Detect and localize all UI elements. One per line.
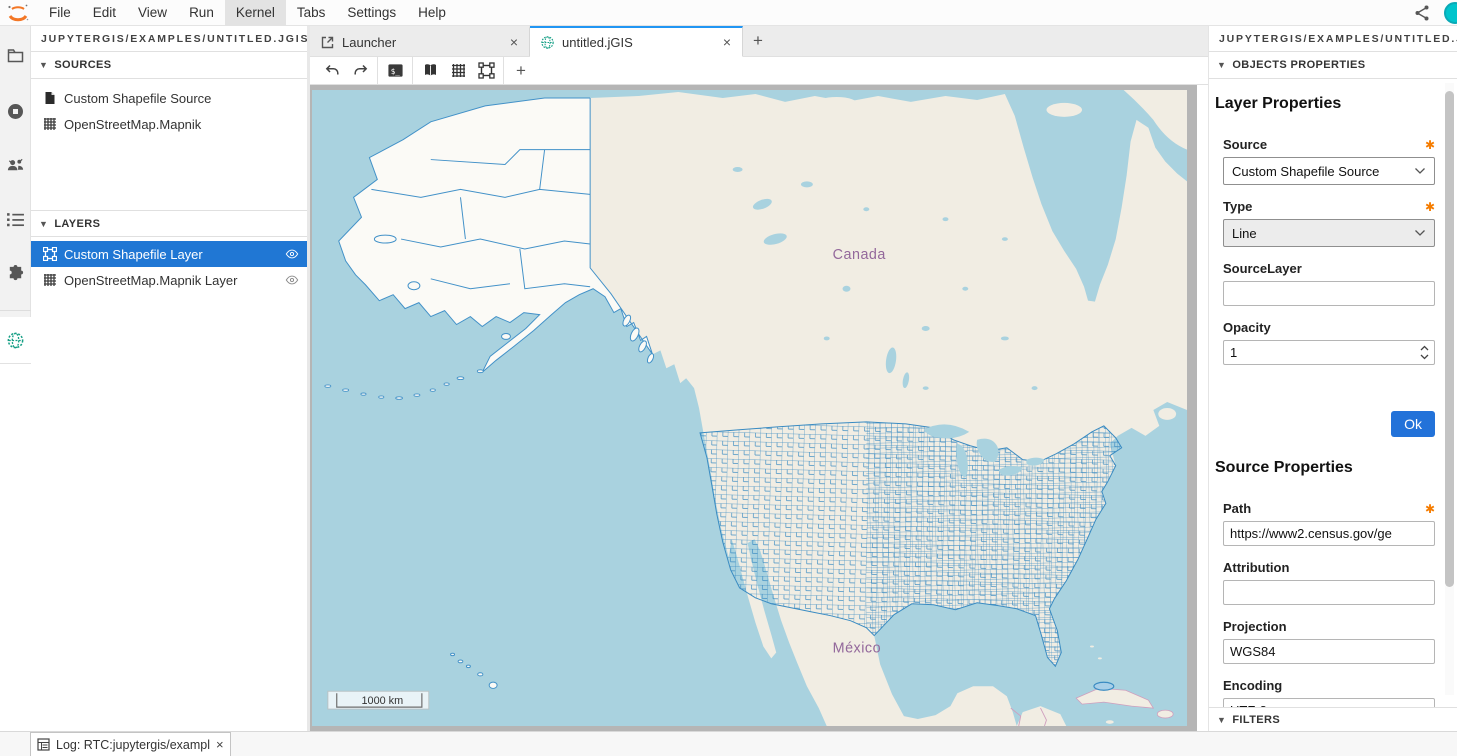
breadcrumb: JUPYTERGIS/EXAMPLES/UNTITLED.JGIS — [31, 26, 307, 52]
close-tab-icon[interactable]: × — [720, 34, 734, 50]
menu-help[interactable]: Help — [407, 0, 457, 26]
add-layer-button[interactable]: + — [507, 57, 535, 85]
undo-button[interactable] — [318, 57, 346, 85]
panel-scrollbar[interactable] — [1445, 83, 1454, 695]
svg-text:1000 km: 1000 km — [361, 695, 403, 707]
label-mexico: México — [833, 640, 881, 656]
breadcrumb: JUPYTERGIS/EXAMPLES/UNTITLED.JGIS — [1209, 26, 1457, 52]
left-sidebar-panel: JUPYTERGIS/EXAMPLES/UNTITLED.JGIS ▼ SOUR… — [31, 26, 310, 731]
raster-grid-button[interactable] — [444, 57, 472, 85]
console-button[interactable]: $_ — [381, 57, 409, 85]
path-field-label: Path — [1223, 501, 1251, 516]
chevron-down-icon — [1414, 229, 1426, 237]
attribution-input[interactable] — [1223, 580, 1435, 605]
ok-button[interactable]: Ok — [1391, 411, 1435, 437]
share-icon[interactable] — [1413, 4, 1431, 22]
source-item-custom-shapefile[interactable]: Custom Shapefile Source — [31, 85, 307, 111]
puerto-rico — [1094, 682, 1114, 690]
user-avatar[interactable] — [1444, 2, 1457, 24]
tab-untitled-jgis[interactable]: untitled.jGIS × — [530, 26, 743, 57]
log-icon — [37, 738, 50, 751]
scrollbar-thumb[interactable] — [1445, 91, 1454, 587]
activity-bar — [0, 26, 31, 731]
table-of-contents-icon[interactable] — [0, 198, 31, 240]
main-editor-area: Launcher × untitled.jGIS × + — [310, 26, 1208, 731]
extensions-icon[interactable] — [0, 252, 31, 294]
file-browser-icon[interactable] — [0, 34, 31, 76]
menu-kernel[interactable]: Kernel — [225, 0, 286, 26]
source-item-openstreetmap[interactable]: OpenStreetMap.Mapnik — [31, 111, 307, 137]
grid-icon — [43, 117, 57, 131]
sourcelayer-field-label: SourceLayer — [1223, 261, 1302, 276]
grid-icon — [43, 273, 57, 287]
status-bar: Log: RTC:jupytergis/exampl × — [0, 731, 1457, 756]
label-canada: Canada — [833, 247, 886, 263]
type-select[interactable]: Line — [1223, 219, 1435, 247]
menu-file[interactable]: File — [38, 0, 82, 26]
source-properties-title: Source Properties — [1215, 459, 1435, 477]
menu-bar: File Edit View Run Kernel Tabs Settings … — [0, 0, 1457, 26]
menu-run[interactable]: Run — [178, 0, 225, 26]
objects-properties-section-header[interactable]: ▼ OBJECTS PROPERTIES — [1209, 52, 1457, 79]
type-field-label: Type — [1223, 199, 1252, 214]
scale-bar: 1000 km — [328, 691, 429, 709]
menu-view[interactable]: View — [127, 0, 178, 26]
menu-tabs[interactable]: Tabs — [286, 0, 337, 26]
tab-launcher[interactable]: Launcher × — [310, 26, 530, 56]
properties-form: Layer Properties Source ✱ Custom Shapefi… — [1209, 79, 1457, 707]
close-log-icon[interactable]: × — [216, 737, 224, 752]
required-asterisk-icon: ✱ — [1425, 138, 1435, 152]
vector-polygon-button[interactable] — [472, 57, 500, 85]
menu-edit[interactable]: Edit — [82, 0, 127, 26]
source-field-label: Source — [1223, 137, 1267, 152]
jupytergis-globe-icon — [540, 35, 555, 50]
required-asterisk-icon: ✱ — [1425, 200, 1435, 214]
menu-settings[interactable]: Settings — [336, 0, 407, 26]
source-select[interactable]: Custom Shapefile Source — [1223, 157, 1435, 185]
layer-item-openstreetmap[interactable]: OpenStreetMap.Mapnik Layer — [31, 267, 307, 293]
launcher-icon — [320, 35, 335, 50]
tab-bar: Launcher × untitled.jGIS × + — [310, 26, 1208, 57]
chevron-down-icon: ▼ — [1217, 60, 1226, 70]
layer-item-custom-shapefile[interactable]: Custom Shapefile Layer — [31, 241, 307, 267]
encoding-input[interactable] — [1223, 698, 1435, 707]
eye-visibility-icon[interactable] — [285, 247, 299, 261]
map-toolbar: $_ + — [310, 57, 1208, 85]
basemap-button[interactable] — [416, 57, 444, 85]
layers-section-header[interactable]: ▼ LAYERS — [31, 210, 307, 237]
encoding-field-label: Encoding — [1223, 678, 1282, 693]
opacity-input[interactable] — [1223, 340, 1435, 365]
vector-square-icon — [43, 247, 57, 261]
projection-field-label: Projection — [1223, 619, 1287, 634]
log-console-tab[interactable]: Log: RTC:jupytergis/exampl × — [30, 732, 231, 756]
svg-text:$_: $_ — [390, 67, 400, 76]
filters-section-header[interactable]: ▼ FILTERS — [1209, 707, 1457, 731]
redo-button[interactable] — [346, 57, 374, 85]
path-input[interactable] — [1223, 521, 1435, 546]
jupytergis-panel-icon[interactable] — [0, 317, 31, 363]
chevron-down-icon: ▼ — [1217, 715, 1226, 725]
projection-input[interactable] — [1223, 639, 1435, 664]
chevron-down-icon — [1414, 167, 1426, 175]
file-icon — [43, 91, 57, 105]
opacity-field-label: Opacity — [1223, 320, 1271, 335]
attribution-field-label: Attribution — [1223, 560, 1289, 575]
layer-properties-title: Layer Properties — [1215, 95, 1435, 113]
required-asterisk-icon: ✱ — [1425, 502, 1435, 516]
eye-visibility-icon[interactable] — [285, 273, 299, 287]
sourcelayer-input[interactable] — [1223, 281, 1435, 306]
running-kernels-icon[interactable] — [0, 90, 31, 132]
sources-section-header[interactable]: ▼ SOURCES — [31, 52, 307, 79]
map-canvas[interactable]: Canada México 1000 km — [310, 85, 1197, 731]
right-properties-panel: JUPYTERGIS/EXAMPLES/UNTITLED.JGIS ▼ OBJE… — [1208, 26, 1457, 731]
jupytergis-logo-icon — [6, 2, 30, 24]
chevron-down-icon: ▼ — [39, 60, 48, 70]
close-tab-icon[interactable]: × — [507, 34, 521, 50]
new-tab-button[interactable]: + — [743, 26, 773, 56]
number-stepper-icon[interactable] — [1419, 344, 1430, 361]
collaboration-icon[interactable] — [0, 144, 31, 186]
chevron-down-icon: ▼ — [39, 219, 48, 229]
